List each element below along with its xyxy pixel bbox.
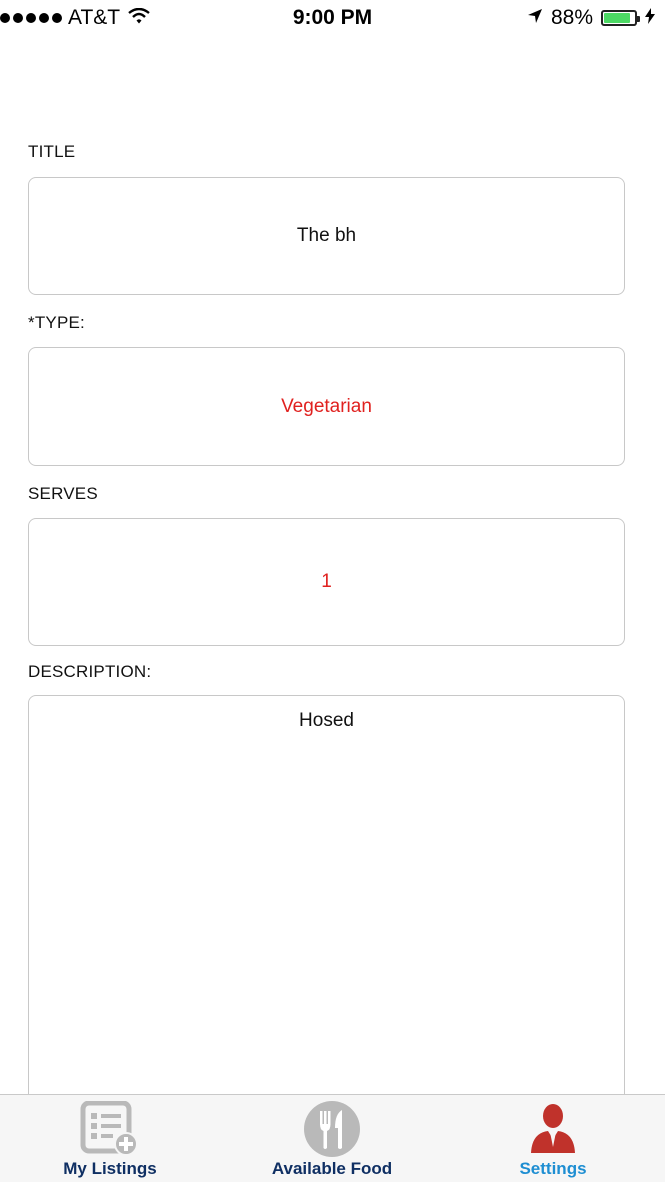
tab-settings[interactable]: Settings [488, 1095, 618, 1183]
tab-available-food[interactable]: Available Food [257, 1095, 407, 1183]
battery-percent: 88% [550, 6, 593, 29]
charging-bolt-icon [645, 6, 655, 30]
listings-add-icon [80, 1101, 140, 1157]
user-icon [528, 1101, 578, 1157]
battery-icon [601, 10, 640, 26]
serves-picker[interactable]: 1 [28, 518, 625, 646]
tab-bar: My Listings Available Food Settings [0, 1094, 665, 1182]
title-label: TITLE [28, 142, 76, 161]
tab-my-listings[interactable]: My Listings [40, 1095, 180, 1183]
tab-available-food-label: Available Food [271, 1159, 393, 1178]
description-label: DESCRIPTION: [28, 662, 152, 681]
serves-label: SERVES [28, 484, 98, 503]
description-field[interactable]: Hosed [28, 695, 625, 1115]
type-picker[interactable]: Vegetarian [28, 347, 625, 466]
tab-settings-label: Settings [519, 1159, 587, 1178]
title-field[interactable]: The bh [28, 177, 625, 295]
fork-knife-icon [303, 1101, 361, 1157]
tab-my-listings-label: My Listings [63, 1159, 157, 1178]
location-arrow-icon [527, 6, 543, 30]
status-bar: AT&T 9:00 PM 88% [0, 0, 665, 38]
status-right: 88% [527, 6, 655, 30]
type-label: *TYPE: [28, 313, 85, 332]
